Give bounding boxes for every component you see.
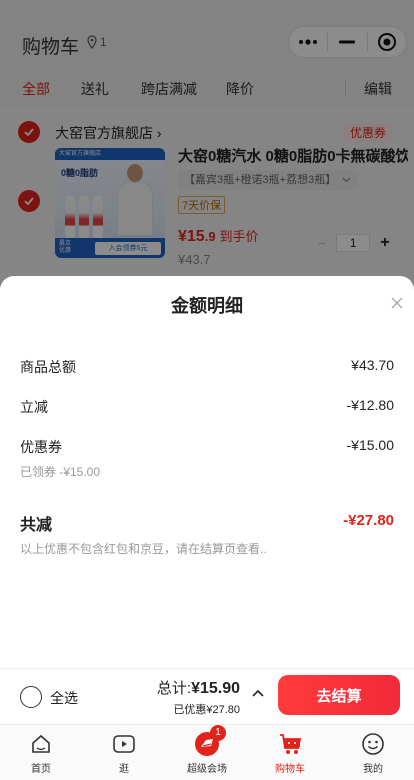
tabbar-item-home[interactable]: 首页 (6, 731, 76, 775)
total-discount-value: -¥27.80 (343, 512, 394, 529)
sheet-title: 金额明细 (171, 296, 243, 316)
tabbar-label: 首页 (31, 764, 51, 775)
tabbar-item-cart[interactable]: 购物车 (255, 731, 325, 775)
tabbar-item-profile[interactable]: 我的 (338, 731, 408, 775)
notification-badge: 1 (210, 725, 226, 741)
row-label-instant-discount: 立减 (20, 399, 48, 415)
row-label-subtotal: 商品总额 (20, 359, 76, 375)
row-value-instant-discount: -¥12.80 (346, 397, 394, 413)
select-all-label[interactable]: 全选 (50, 688, 78, 708)
amount-detail-sheet: 金额明细 商品总额 ¥43.70 立减 -¥12.80 优惠券 -¥15.00 … (0, 276, 414, 780)
close-icon (391, 297, 403, 309)
tabbar-label: 超级会场 (187, 764, 227, 775)
checkout-button[interactable]: 去结算 (278, 675, 400, 715)
video-icon (111, 731, 137, 757)
total-prefix: 总计: (156, 680, 192, 697)
discount-line: 已优惠¥27.80 (173, 704, 240, 716)
venue-icon: 1 (194, 725, 226, 757)
checkout-bar: 全选 总计:¥15.90 已优惠¥27.80 去结算 (0, 668, 414, 724)
cart-icon (277, 731, 303, 757)
row-value-coupon: -¥15.00 (346, 437, 394, 453)
tabbar-item-browse[interactable]: 逛 (89, 731, 159, 775)
select-all-checkbox[interactable] (20, 686, 42, 708)
tabbar-label: 我的 (363, 764, 383, 775)
total-value: ¥15.90 (191, 680, 240, 697)
discount-note: 以上优惠不包含红包和京豆，请在结算页查看.. (20, 542, 267, 556)
total-line: 总计:¥15.90 (157, 677, 240, 698)
total-discount-label: 共减 (20, 517, 53, 534)
tabbar-label: 购物车 (275, 764, 305, 775)
row-label-coupon: 优惠券 (20, 439, 62, 455)
chevron-up-icon[interactable] (250, 686, 266, 702)
home-icon (28, 731, 54, 757)
sheet-close-button[interactable] (386, 292, 408, 314)
tabbar-label: 逛 (119, 764, 129, 775)
profile-icon (360, 731, 386, 757)
row-sub-coupon: 已领券 -¥15.00 (20, 465, 101, 479)
row-value-subtotal: ¥43.70 (351, 357, 394, 373)
bottom-tabbar: 首页 逛 1 超级会场 购物车 我的 (0, 724, 414, 780)
tabbar-item-venue[interactable]: 1 超级会场 (172, 725, 242, 775)
